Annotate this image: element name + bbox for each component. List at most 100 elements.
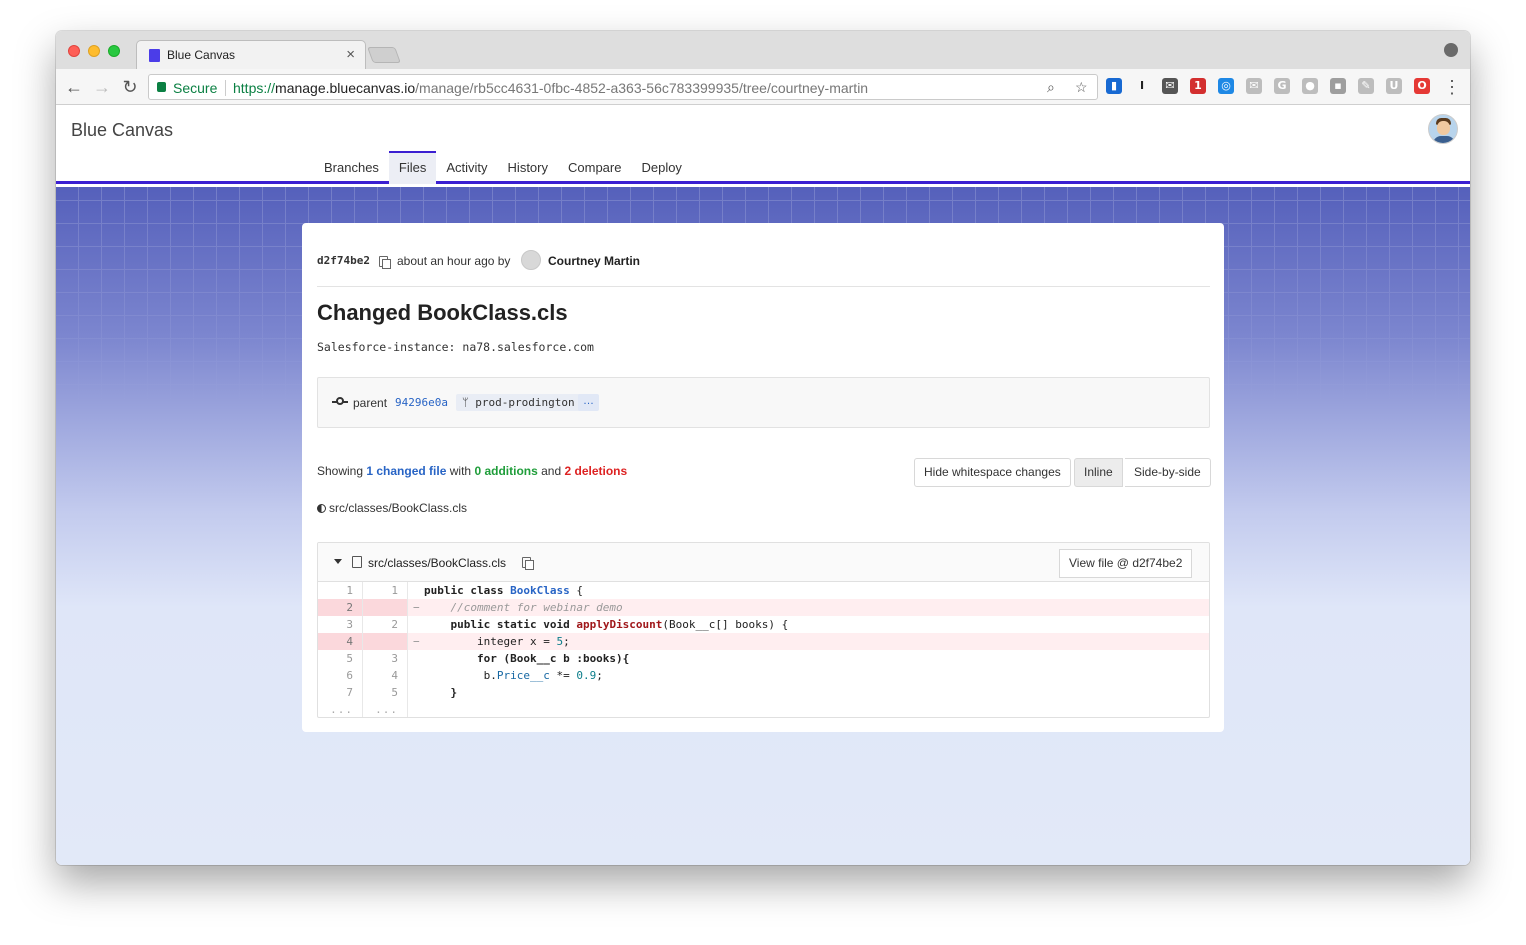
- tab-compare[interactable]: Compare: [558, 151, 631, 184]
- shield-extension-icon[interactable]: U: [1386, 78, 1402, 94]
- file-list-path: src/classes/BookClass.cls: [329, 501, 468, 515]
- summary-and: and: [541, 464, 562, 478]
- user-avatar[interactable]: [1428, 114, 1458, 144]
- tab-files[interactable]: Files: [388, 151, 437, 184]
- url-text[interactable]: https://manage.bluecanvas.io/manage/rb5c…: [233, 80, 868, 96]
- collapse-caret-icon[interactable]: [334, 559, 342, 564]
- tab-title: Blue Canvas: [167, 48, 236, 62]
- avatar-body: [1433, 136, 1455, 143]
- opera-extension-icon[interactable]: O: [1414, 78, 1430, 94]
- diff-sign: −: [413, 601, 420, 614]
- view-file-button[interactable]: View file @ d2f74be2: [1059, 549, 1193, 578]
- old-line-number[interactable]: 5: [318, 650, 363, 667]
- partial-change-icon: [317, 504, 326, 513]
- parent-info-box: parent 94296e0a ᛘ prod-prodington …: [317, 377, 1210, 428]
- expand-context-row[interactable]: ......: [318, 701, 1209, 717]
- code-line: //comment for webinar demo: [424, 601, 623, 614]
- avatar-face: [1437, 121, 1450, 135]
- diff-line-deleted: 2 − //comment for webinar demo: [318, 599, 1209, 616]
- minimize-window-button[interactable]: [88, 45, 100, 57]
- old-line-number[interactable]: 3: [318, 616, 363, 633]
- ghost-extension-icon[interactable]: ●: [1302, 78, 1318, 94]
- compass-extension-icon[interactable]: ◎: [1218, 78, 1234, 94]
- commit-sha[interactable]: d2f74be2: [317, 254, 370, 267]
- new-line-number[interactable]: 5: [363, 684, 408, 701]
- new-line-number[interactable]: 2: [363, 616, 408, 633]
- side-by-side-button[interactable]: Side-by-side: [1125, 458, 1211, 487]
- expand-up-marker[interactable]: ...: [318, 701, 363, 717]
- diff-line: 75 }: [318, 684, 1209, 701]
- additions-count: 0 additions: [474, 464, 538, 478]
- code-line: integer x = 5;: [424, 635, 570, 648]
- chrome-menu-icon[interactable]: ⋮: [1442, 77, 1462, 98]
- diff-body: 11 public class BookClass { 2 − //commen…: [318, 582, 1209, 717]
- expand-down-marker[interactable]: ...: [363, 701, 408, 717]
- forward-button[interactable]: →: [92, 77, 112, 98]
- diff-line: 32 public static void applyDiscount(Book…: [318, 616, 1209, 633]
- grammarly-extension-icon[interactable]: G: [1274, 78, 1290, 94]
- tab-activity[interactable]: Activity: [436, 151, 497, 184]
- close-tab-icon[interactable]: ×: [346, 46, 355, 63]
- tab-history[interactable]: History: [498, 151, 558, 184]
- profile-icon[interactable]: [1444, 43, 1458, 57]
- changed-files-link[interactable]: 1 changed file: [366, 464, 446, 478]
- parent-label: parent: [353, 396, 388, 410]
- more-branches-button[interactable]: …: [578, 394, 599, 411]
- file-list-item[interactable]: src/classes/BookClass.cls: [317, 501, 467, 515]
- old-line-number[interactable]: 6: [318, 667, 363, 684]
- browser-toolbar: ← → ↻ Secure https://manage.bluecanvas.i…: [56, 69, 1470, 105]
- back-button[interactable]: ←: [64, 77, 84, 98]
- diff-line: 64 b.Price__c *= 0.9;: [318, 667, 1209, 684]
- code-line: public class BookClass {: [424, 584, 583, 597]
- brand-title[interactable]: Blue Canvas: [71, 120, 173, 141]
- mail-extension-icon[interactable]: ✉: [1246, 78, 1262, 94]
- copy-path-icon[interactable]: [522, 557, 534, 570]
- close-window-button[interactable]: [68, 45, 80, 57]
- copy-sha-icon[interactable]: [379, 256, 391, 269]
- branch-badge[interactable]: ᛘ prod-prodington: [456, 394, 581, 411]
- commit-icon-dot: [336, 397, 344, 405]
- new-line-number[interactable]: [363, 633, 408, 650]
- deletions-count: 2 deletions: [564, 464, 628, 478]
- browser-window: Blue Canvas × ← → ↻ Secure https://manag…: [56, 31, 1470, 865]
- hide-whitespace-button[interactable]: Hide whitespace changes: [914, 458, 1071, 487]
- maximize-window-button[interactable]: [108, 45, 120, 57]
- new-line-number[interactable]: 4: [363, 667, 408, 684]
- inline-view-button[interactable]: Inline: [1074, 458, 1123, 487]
- code-line: }: [424, 686, 458, 699]
- old-line-number[interactable]: 4: [318, 633, 363, 650]
- new-line-number[interactable]: [363, 599, 408, 616]
- trello-extension-icon[interactable]: ▮: [1106, 78, 1122, 94]
- parent-sha-link[interactable]: 94296e0a: [395, 396, 448, 409]
- diff-header: src/classes/BookClass.cls View file @ d2…: [318, 543, 1209, 582]
- notes-extension-icon[interactable]: ▪: [1330, 78, 1346, 94]
- lock-icon: [157, 82, 166, 92]
- reload-button[interactable]: ↻: [120, 77, 140, 98]
- new-line-number[interactable]: 3: [363, 650, 408, 667]
- new-tab-button[interactable]: [367, 47, 401, 63]
- address-bar[interactable]: Secure https://manage.bluecanvas.io/mana…: [148, 74, 1098, 100]
- browser-tab[interactable]: Blue Canvas ×: [136, 40, 366, 69]
- old-line-number[interactable]: 1: [318, 582, 363, 599]
- commit-meta: d2f74be2 about an hour ago by Courtney M…: [317, 250, 1210, 274]
- new-line-number[interactable]: 1: [363, 582, 408, 599]
- old-line-number[interactable]: 2: [318, 599, 363, 616]
- tab-deploy[interactable]: Deploy: [631, 151, 691, 184]
- tag-extension-icon[interactable]: ✎: [1358, 78, 1374, 94]
- inbox-extension-icon[interactable]: ✉: [1162, 78, 1178, 94]
- code-line: b.Price__c *= 0.9;: [424, 669, 603, 682]
- author-name[interactable]: Courtney Martin: [548, 254, 640, 268]
- commit-title: Changed BookClass.cls: [317, 300, 568, 325]
- instapaper-extension-icon[interactable]: I: [1134, 78, 1150, 94]
- diff-line: 11 public class BookClass {: [318, 582, 1209, 599]
- calendar-extension-icon[interactable]: 1: [1190, 78, 1206, 94]
- tab-branches[interactable]: Branches: [314, 151, 389, 184]
- commit-card: d2f74be2 about an hour ago by Courtney M…: [302, 223, 1224, 732]
- summary-prefix: Showing: [317, 464, 364, 478]
- branch-name: prod-prodington: [475, 396, 575, 409]
- secure-label: Secure: [173, 80, 218, 96]
- code-line: for (Book__c b :books){: [424, 652, 630, 665]
- bookmark-star-icon[interactable]: ☆: [1075, 79, 1088, 96]
- old-line-number[interactable]: 7: [318, 684, 363, 701]
- zoom-icon[interactable]: ⌕: [1047, 79, 1055, 96]
